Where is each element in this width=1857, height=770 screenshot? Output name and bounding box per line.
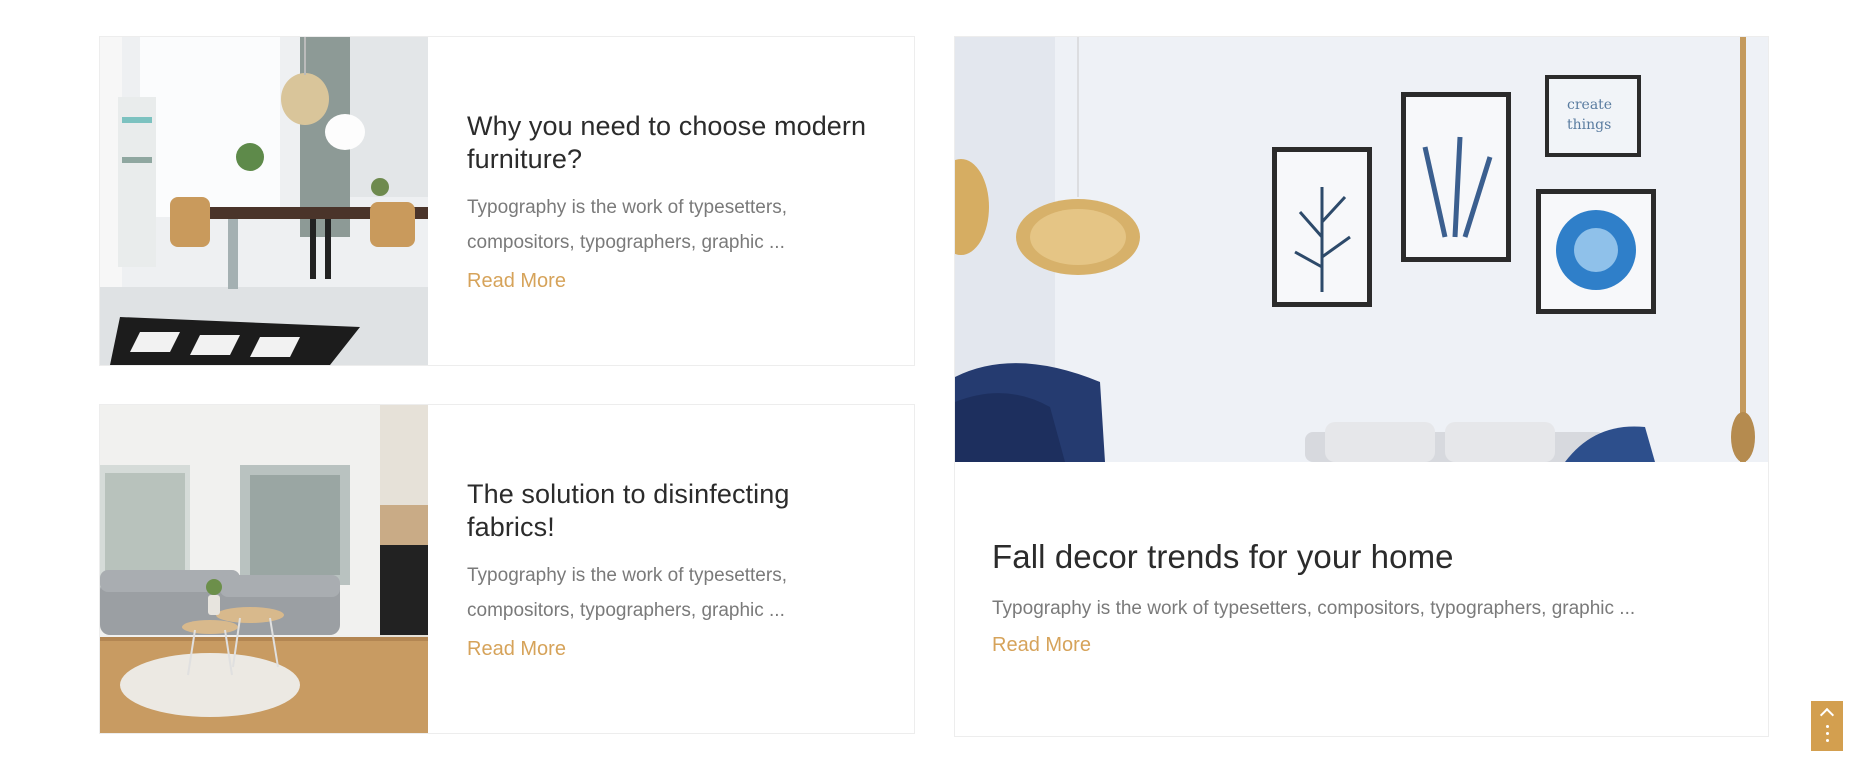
read-more-link[interactable]: Read More: [467, 638, 884, 661]
dining-room-image: [100, 37, 428, 365]
read-more-link[interactable]: Read More: [467, 270, 884, 293]
post-excerpt: Typography is the work of typesetters, c…: [467, 564, 787, 621]
dot-icon: [1825, 732, 1829, 735]
post-title[interactable]: Why you need to choose modern furniture?: [467, 110, 884, 176]
living-room-image: [100, 405, 428, 733]
post-card-featured: create things Fall decor trends for your…: [954, 36, 1769, 737]
post-body: Why you need to choose modern furniture?…: [467, 37, 884, 365]
post-excerpt: Typography is the work of typesetters, c…: [467, 196, 787, 253]
post-title[interactable]: The solution to disinfecting fabrics!: [467, 478, 884, 544]
post-card: The solution to disinfecting fabrics! Ty…: [99, 404, 915, 734]
post-card: Why you need to choose modern furniture?…: [99, 36, 915, 366]
dot-icon: [1825, 725, 1829, 728]
wall-art-room-image: create things: [955, 37, 1768, 462]
chevron-up-icon: [1819, 707, 1835, 723]
svg-text:create: create: [1567, 97, 1612, 113]
post-thumbnail[interactable]: [100, 37, 428, 365]
scroll-to-top-button[interactable]: [1811, 701, 1843, 751]
svg-text:things: things: [1567, 117, 1611, 133]
post-body: The solution to disinfecting fabrics! Ty…: [467, 405, 884, 733]
post-thumbnail[interactable]: [100, 405, 428, 733]
blog-grid: Why you need to choose modern furniture?…: [0, 0, 1857, 770]
dot-icon: [1825, 739, 1829, 742]
post-title[interactable]: Fall decor trends for your home: [992, 537, 1731, 577]
post-excerpt: Typography is the work of typesetters, c…: [992, 598, 1636, 619]
read-more-link[interactable]: Read More: [992, 634, 1091, 656]
post-body: Fall decor trends for your home Typograp…: [992, 537, 1731, 657]
post-thumbnail[interactable]: create things: [955, 37, 1768, 462]
